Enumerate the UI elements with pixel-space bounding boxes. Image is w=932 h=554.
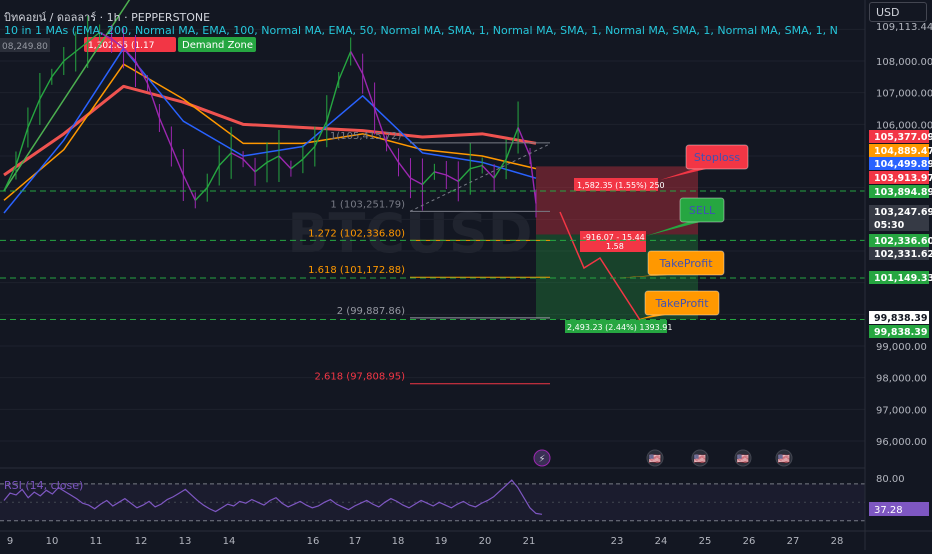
time-axis-tick: 11: [90, 536, 103, 547]
price-label-text: 103,247.69: [874, 207, 932, 218]
price-axis-tick: 106,000.00: [876, 120, 932, 131]
price-axis-top: 109,113.44: [876, 22, 932, 33]
time-axis-tick: 19: [435, 536, 448, 547]
price-axis-tick: 97,000.00: [876, 405, 927, 416]
callout-text: Stoploss: [694, 151, 741, 164]
event-icon-glyph: 🇺🇸: [649, 453, 662, 465]
event-icon-glyph: ⚡: [538, 454, 545, 465]
time-axis-tick: 9: [7, 536, 13, 547]
time-axis-tick: 13: [179, 536, 192, 547]
event-icon-glyph: 🇺🇸: [778, 453, 791, 465]
rsi-value-text: 37.28: [874, 505, 903, 516]
price-label-text: 05:30: [874, 220, 905, 231]
time-axis-tick: 26: [743, 536, 756, 547]
currency-button[interactable]: USD: [869, 2, 927, 22]
price-axis-tick: 108,000.00: [876, 57, 932, 68]
time-axis-tick: 12: [135, 536, 148, 547]
rsi-axis-tick: 80.00: [876, 474, 905, 485]
time-axis-tick: 27: [787, 536, 800, 547]
price-axis-tick: 98,000.00: [876, 374, 927, 385]
price-axis-tick: 96,000.00: [876, 437, 927, 448]
fib-level-label: 2.618 (97,808.95): [314, 372, 405, 383]
price-label-text: 104,499.89: [874, 159, 932, 170]
callout-text: SELL: [689, 204, 716, 217]
price-label-text: 101,149.33: [874, 273, 932, 284]
time-axis-tick: 16: [307, 536, 320, 547]
time-axis-tick: 17: [349, 536, 362, 547]
event-icon-glyph: 🇺🇸: [694, 453, 707, 465]
stop-label: 1,582.35 (1.55%) 250: [577, 181, 665, 190]
time-axis-tick: 20: [479, 536, 492, 547]
zone-left-value: 08,249.80: [2, 42, 48, 52]
callout-text: TakeProfit: [658, 257, 713, 270]
chart-root[interactable]: BTCUSD 08,249.80 1,302.65 (1.17 Demand Zon…: [0, 0, 932, 550]
time-axis-tick: 21: [523, 536, 536, 547]
price-axis-tick: 107,000.00: [876, 89, 932, 100]
demand-zone-area: 08,249.80 1,302.65 (1.17 Demand Zone: [0, 37, 256, 52]
fib-top-label: 1(105,415.72): [330, 131, 402, 142]
fib-level-label: 1 (103,251.79): [330, 199, 405, 210]
callout-text: TakeProfit: [654, 297, 709, 310]
price-axis-tick: 99,000.00: [876, 342, 927, 353]
fib-level-label: 1.272 (102,336.80): [308, 228, 405, 239]
time-axis-tick: 25: [699, 536, 712, 547]
event-icon-glyph: 🇺🇸: [737, 453, 750, 465]
target-label: 2,493.23 (2.44%) 1393.91: [567, 323, 672, 332]
price-label-text: 102,331.62: [874, 249, 932, 260]
time-axis-tick: 14: [223, 536, 236, 547]
price-label-text: 104,889.47: [874, 146, 932, 157]
time-axis-tick: 18: [392, 536, 405, 547]
price-axis[interactable]: 108,000.00 107,000.00 106,000.00 99,000.00 9…: [864, 0, 932, 550]
fib-level-label: 2 (99,887.86): [337, 306, 405, 317]
fib-level-label: 1.618 (101,172.88): [308, 265, 405, 276]
time-axis-tick: 23: [611, 536, 624, 547]
time-axis-tick: 28: [831, 536, 844, 547]
price-label-text: 103,913.97: [874, 173, 932, 184]
time-axis-tick: 24: [655, 536, 668, 547]
price-label-text: 102,336.60: [874, 236, 932, 247]
demand-zone-label: Demand Zone: [182, 40, 253, 51]
price-label-text: 105,377.09: [874, 132, 932, 143]
rsi-legend[interactable]: RSI (14, close): [4, 479, 83, 492]
price-label-text: 103,894.89: [874, 187, 932, 198]
price-label-text: 99,838.39: [874, 327, 928, 338]
chart-canvas[interactable]: BTCUSD 08,249.80 1,302.65 (1.17 Demand Zon…: [0, 0, 932, 550]
time-axis-tick: 10: [46, 536, 59, 547]
price-label-text: 99,838.39: [874, 313, 928, 324]
indicator-legend[interactable]: 10 in 1 MAs (EMA, 200, Normal MA, EMA, 1…: [4, 24, 864, 37]
center-label-2: 1.58: [606, 242, 624, 251]
rsi-pane[interactable]: [0, 479, 865, 522]
